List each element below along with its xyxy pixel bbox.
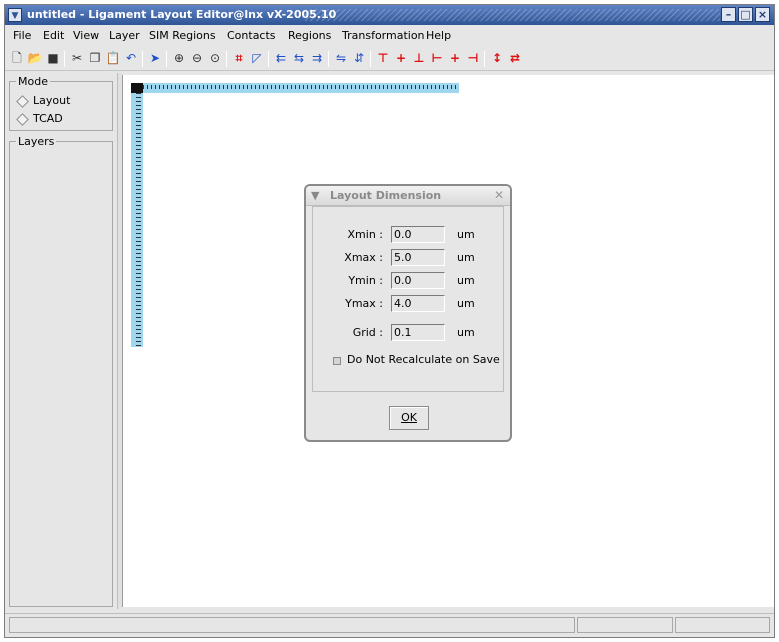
menu-contacts[interactable]: Contacts: [227, 29, 276, 42]
menu-transformation[interactable]: Transformation: [342, 29, 425, 42]
status-cell-3: [675, 617, 770, 633]
align-hcenter-icon[interactable]: +: [447, 50, 463, 66]
title-bar: ▼ untitled - Ligament Layout Editor@lnx …: [5, 5, 774, 25]
dialog-body: Xmin : 0.0 um Xmax : 5.0 um Ymin : 0.0 u…: [312, 206, 504, 392]
grid-unit: um: [457, 326, 475, 339]
status-bar: [5, 613, 774, 635]
align-bottom-icon[interactable]: ⊥: [411, 50, 427, 66]
left-panel: Mode Layout TCAD Layers: [5, 73, 117, 609]
mode-tcad-label: TCAD: [33, 112, 63, 125]
window-title: untitled - Ligament Layout Editor@lnx vX…: [27, 8, 337, 21]
xmax-input[interactable]: 5.0: [391, 249, 445, 266]
mode-layout-radio[interactable]: Layout: [16, 94, 71, 108]
zoom-in-icon[interactable]: ⊕: [171, 50, 187, 66]
undo-icon[interactable]: ↶: [123, 50, 139, 66]
dialog-title: Layout Dimension: [330, 189, 442, 202]
toolbar-separator: [484, 51, 485, 67]
do-not-recalculate-checkbox[interactable]: [333, 357, 341, 365]
dialog-close-icon[interactable]: ✕: [494, 188, 504, 202]
xmin-unit: um: [457, 228, 475, 241]
cut-icon[interactable]: ✂: [69, 50, 85, 66]
paste-icon[interactable]: 📋: [105, 50, 121, 66]
ruler-origin: [131, 83, 143, 93]
distribute-horizontal-icon[interactable]: ⇄: [507, 50, 523, 66]
dialog-menu-chevron-icon[interactable]: ▼: [311, 189, 319, 202]
save-icon[interactable]: ■: [45, 50, 61, 66]
layout-dimension-dialog: ▼ Layout Dimension ✕ Xmin : 0.0 um Xmax …: [304, 184, 512, 442]
mode-group: Mode Layout TCAD: [9, 75, 113, 131]
align-hleft-icon[interactable]: ⊢: [429, 50, 445, 66]
toolbar-separator: [268, 51, 269, 67]
menu-edit[interactable]: Edit: [43, 29, 64, 42]
ymax-label: Ymax :: [345, 297, 383, 310]
distribute-vertical-icon[interactable]: ↕: [489, 50, 505, 66]
polygon-icon[interactable]: ◸: [249, 50, 265, 66]
toolbar-separator: [226, 51, 227, 67]
dialog-title-bar: ▼ Layout Dimension ✕: [306, 186, 510, 206]
open-folder-icon[interactable]: 📂: [27, 50, 43, 66]
toolbar-separator: [328, 51, 329, 67]
ok-button[interactable]: OK: [389, 406, 429, 430]
flip-horizontal-icon[interactable]: ⇋: [333, 50, 349, 66]
flip-vertical-icon[interactable]: ⇵: [351, 50, 367, 66]
radio-icon: [16, 112, 29, 126]
minimize-button[interactable]: –: [721, 7, 736, 22]
radio-icon: [16, 94, 29, 108]
menu-file[interactable]: File: [13, 29, 31, 42]
align-right-icon[interactable]: ⇉: [309, 50, 325, 66]
toolbar-separator: [370, 51, 371, 67]
status-cell-main: [9, 617, 575, 633]
xmax-label: Xmax :: [344, 251, 383, 264]
new-file-icon[interactable]: 🗋: [9, 50, 25, 66]
layers-label: Layers: [16, 135, 57, 148]
menu-regions[interactable]: Regions: [288, 29, 331, 42]
menu-bar: File Edit View Layer SIM Regions Contact…: [5, 25, 774, 47]
grid-label: Grid :: [352, 326, 383, 339]
align-center-icon[interactable]: ⇆: [291, 50, 307, 66]
toolbar-separator: [64, 51, 65, 67]
align-vcenter-icon[interactable]: +: [393, 50, 409, 66]
ymax-input[interactable]: 4.0: [391, 295, 445, 312]
mode-layout-label: Layout: [33, 94, 71, 107]
horizontal-ruler: [143, 83, 459, 93]
title-bar-hatch: [305, 9, 720, 21]
menu-help[interactable]: Help: [426, 29, 451, 42]
rectangle-icon[interactable]: ⌗: [231, 50, 247, 66]
toolbar-separator: [142, 51, 143, 67]
mode-label: Mode: [16, 75, 50, 88]
menu-view[interactable]: View: [73, 29, 99, 42]
grid-input[interactable]: 0.1: [391, 324, 445, 341]
ymax-unit: um: [457, 297, 475, 310]
layers-group: Layers: [9, 135, 113, 607]
xmin-input[interactable]: 0.0: [391, 226, 445, 243]
xmax-unit: um: [457, 251, 475, 264]
maximize-button[interactable]: □: [738, 7, 753, 22]
zoom-out-icon[interactable]: ⊖: [189, 50, 205, 66]
vertical-ruler: [131, 93, 143, 347]
align-left-icon[interactable]: ⇇: [273, 50, 289, 66]
select-arrow-icon[interactable]: ➤: [147, 50, 163, 66]
align-top-icon[interactable]: ⊤: [375, 50, 391, 66]
do-not-recalculate-label: Do Not Recalculate on Save: [347, 353, 500, 366]
toolbar-separator: [166, 51, 167, 67]
ymin-label: Ymin :: [348, 274, 383, 287]
status-cell-2: [577, 617, 673, 633]
copy-icon[interactable]: ❐: [87, 50, 103, 66]
menu-layer[interactable]: Layer: [109, 29, 140, 42]
close-button[interactable]: ×: [755, 7, 770, 22]
ymin-unit: um: [457, 274, 475, 287]
window-menu-chevron-icon[interactable]: ▼: [8, 8, 22, 22]
toolbar: 🗋 📂 ■ ✂ ❐ 📋 ↶ ➤ ⊕ ⊖ ⊙ ⌗ ◸ ⇇ ⇆ ⇉ ⇋ ⇵ ⊤ + …: [5, 47, 774, 71]
ok-button-label: OK: [401, 411, 417, 424]
menu-sim-regions[interactable]: SIM Regions: [149, 29, 216, 42]
mode-tcad-radio[interactable]: TCAD: [16, 112, 63, 126]
ymin-input[interactable]: 0.0: [391, 272, 445, 289]
xmin-label: Xmin :: [347, 228, 383, 241]
align-hright-icon[interactable]: ⊣: [465, 50, 481, 66]
zoom-fit-icon[interactable]: ⊙: [207, 50, 223, 66]
